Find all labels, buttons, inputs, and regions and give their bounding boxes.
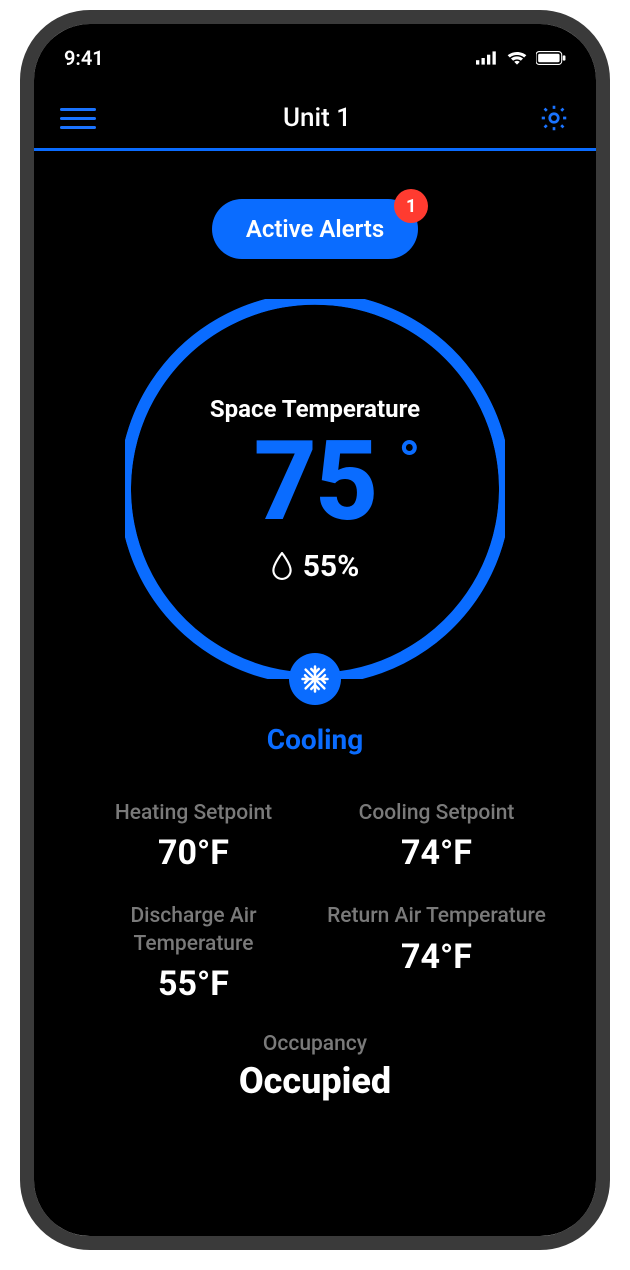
humidity-value: 55% (303, 549, 360, 584)
wifi-icon (506, 50, 528, 66)
droplet-icon (271, 552, 293, 580)
snowflake-icon (300, 664, 330, 694)
status-indicators (476, 50, 566, 66)
menu-icon[interactable] (60, 108, 96, 129)
stats-grid: Heating Setpoint 70°F Cooling Setpoint 7… (54, 756, 576, 1004)
discharge-air-label: Discharge Air Temperature (82, 903, 305, 958)
cooling-setpoint-block[interactable]: Cooling Setpoint 74°F (325, 800, 548, 873)
status-time: 9:41 (64, 46, 104, 70)
degree-symbol: ° (398, 433, 418, 489)
cooling-setpoint-value: 74°F (325, 833, 548, 873)
temperature-dial[interactable]: Space Temperature 75° 55% (125, 299, 505, 679)
occupancy-block[interactable]: Occupancy Occupied (54, 1032, 576, 1102)
heating-setpoint-block[interactable]: Heating Setpoint 70°F (82, 800, 305, 873)
heating-setpoint-value: 70°F (82, 833, 305, 873)
gear-icon (538, 102, 570, 134)
space-temp-value: 75° (254, 427, 377, 537)
occupancy-label: Occupancy (54, 1032, 576, 1056)
mode-icon-badge (289, 653, 341, 705)
cooling-setpoint-label: Cooling Setpoint (325, 800, 548, 827)
battery-icon (536, 50, 566, 66)
cellular-icon (476, 50, 498, 66)
humidity-row: 55% (271, 549, 360, 584)
alert-count-badge: 1 (394, 189, 428, 223)
discharge-air-value: 55°F (82, 964, 305, 1004)
settings-button[interactable] (538, 102, 570, 134)
active-alerts-button[interactable]: Active Alerts 1 (212, 199, 418, 259)
return-air-block[interactable]: Return Air Temperature 74°F (325, 903, 548, 1004)
occupancy-value: Occupied (54, 1060, 576, 1102)
mode-label: Cooling (54, 723, 576, 756)
return-air-label: Return Air Temperature (325, 903, 548, 930)
status-bar: 9:41 (34, 24, 596, 74)
page-title: Unit 1 (283, 103, 351, 133)
nav-bar: Unit 1 (34, 74, 596, 148)
active-alerts-label: Active Alerts (246, 215, 384, 243)
return-air-value: 74°F (325, 937, 548, 977)
heating-setpoint-label: Heating Setpoint (82, 800, 305, 827)
discharge-air-block[interactable]: Discharge Air Temperature 55°F (82, 903, 305, 1004)
